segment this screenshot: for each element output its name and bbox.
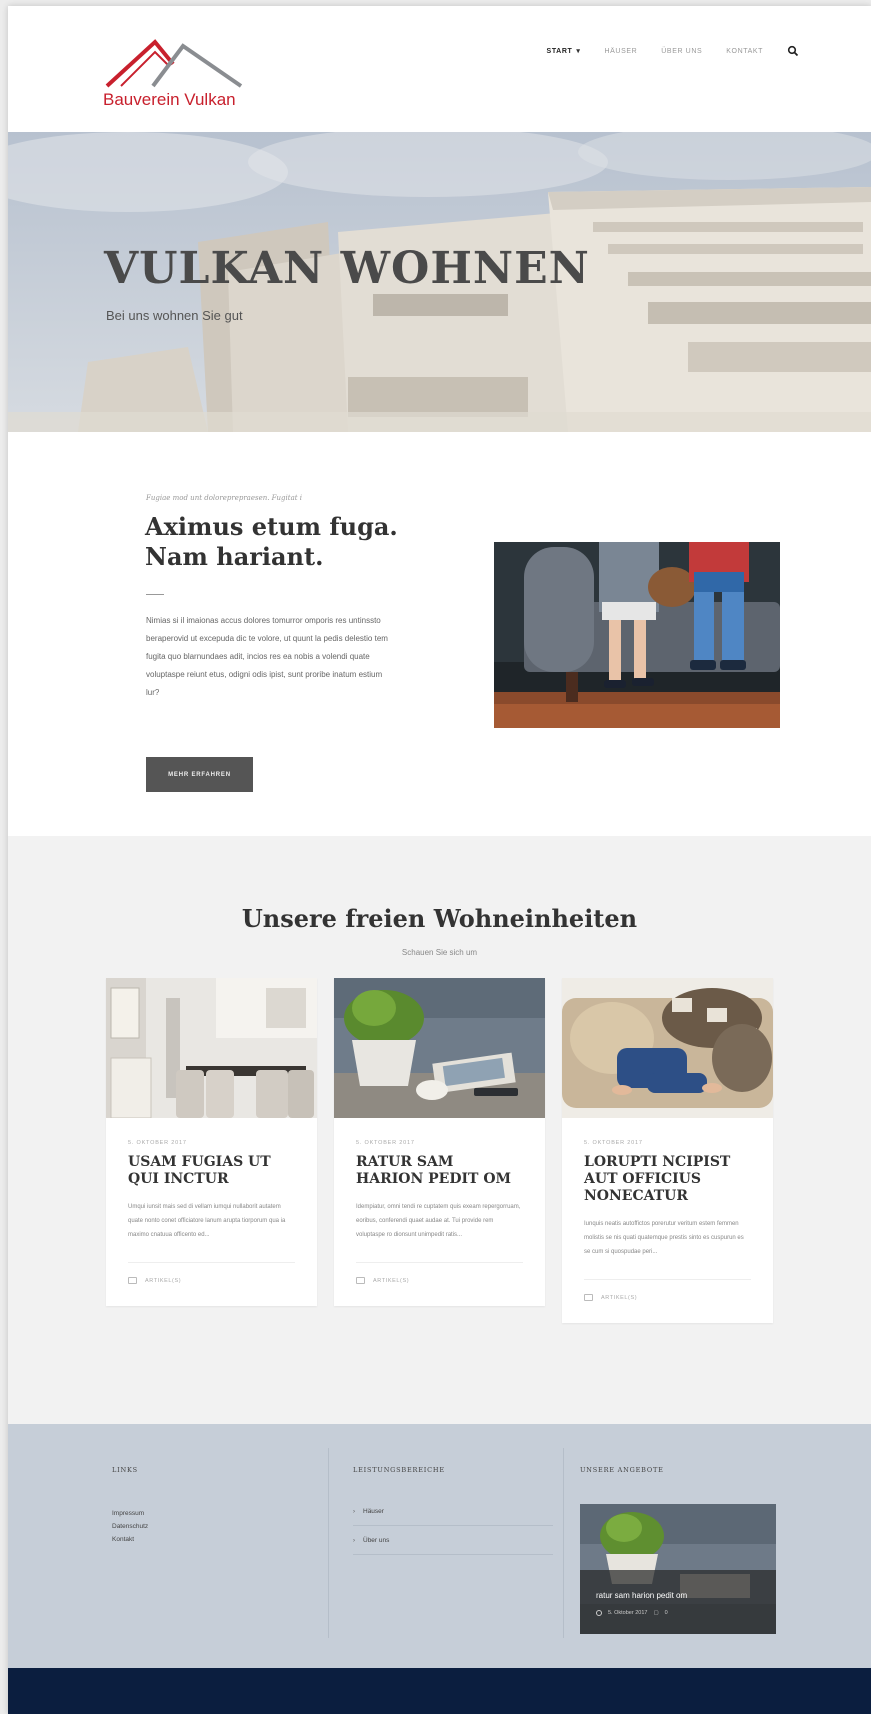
offer-date: 5. Oktober 2017 [608,1610,648,1616]
children-on-sofa-photo [494,542,780,728]
intro-section: Fugiae mod unt doloreprepraesen. Fugitat… [8,432,871,836]
logo-wordmark: Bauverein Vulkan [103,90,236,109]
footer-link-kontakt[interactable]: Kontakt [112,1536,134,1543]
card-date: 5. Oktober 2017 [128,1140,187,1146]
nav-item-ueber-uns[interactable]: Über uns [661,48,702,55]
links-widget-title: Links [112,1466,138,1474]
widget-divider [563,1448,564,1638]
widget-divider [328,1448,329,1638]
offer-card[interactable]: ratur sam harion pedit om 5. Oktober 201… [580,1504,776,1634]
listings-section: Unsere freien Wohneinheiten Schauen Sie … [8,836,871,1424]
services-widget-title: Leistungsbereiche [353,1466,445,1474]
card-divider [128,1262,295,1263]
service-item-ueber-uns[interactable]: › Über uns [353,1527,553,1555]
offer-comments: 0 [664,1610,668,1616]
folder-icon [584,1294,593,1301]
card-meta: Artikel(s) [128,1277,295,1284]
mountain-logo-icon [105,39,243,88]
site-header: Bauverein Vulkan Start ▾ Häuser Über uns … [8,6,871,132]
listing-card[interactable]: 5. Oktober 2017 USAM FUGIAS UT QUI INCTU… [106,978,317,1306]
card-excerpt: Iunquis neatis autoffictos porerutur ver… [584,1221,744,1255]
clock-icon [596,1610,602,1616]
nav-item-start[interactable]: Start ▾ [547,47,581,55]
card-title[interactable]: LORUPTI NCIPIST AUT OFFICIUS NONECATUR [584,1154,751,1205]
footer-bottom-bar [8,1668,871,1714]
more-info-button[interactable]: Mehr erfahren [146,757,253,792]
footer-link-impressum[interactable]: Impressum [112,1510,144,1517]
heading-divider [146,594,164,595]
offer-title[interactable]: ratur sam harion pedit om [596,1591,687,1600]
footer-link-datenschutz[interactable]: Datenschutz [112,1523,148,1530]
main-navigation: Start ▾ Häuser Über uns Kontakt [547,45,799,57]
card-title[interactable]: USAM FUGIAS UT QUI INCTUR [128,1154,295,1188]
listing-card[interactable]: 5. Oktober 2017 RATUR SAM HARION PEDIT O… [334,978,545,1306]
folder-icon [356,1277,365,1284]
intro-heading: Aximus etum fuga. Nam hariant. [145,512,398,571]
card-category[interactable]: Artikel(s) [601,1295,637,1301]
chevron-down-icon: ▾ [576,48,581,55]
offers-widget-title: Unsere Angebote [580,1466,664,1474]
listing-card[interactable]: 5. Oktober 2017 LORUPTI NCIPIST AUT OFFI… [562,978,773,1323]
card-meta: Artikel(s) [356,1277,523,1284]
card-divider [584,1279,751,1280]
photo-illustration [494,542,780,728]
chevron-right-icon: › [353,1508,355,1515]
card-category[interactable]: Artikel(s) [373,1278,409,1284]
hero-title: VULKAN WOHNEN [104,243,590,294]
hero-subtitle: Bei uns wohnen Sie gut [106,308,243,323]
card-meta: Artikel(s) [584,1294,751,1301]
card-excerpt: Idempiatur, omni tendi re cuptatem quis … [356,1204,521,1238]
folder-icon [128,1277,137,1284]
nav-item-haeuser[interactable]: Häuser [604,48,637,55]
footer-widgets: Links Impressum Datenschutz Kontakt Leis… [8,1424,871,1668]
nav-item-kontakt[interactable]: Kontakt [726,48,763,55]
card-date: 5. Oktober 2017 [584,1140,643,1146]
pillows-child-photo [562,978,773,1118]
listings-subtitle: Schauen Sie sich um [401,948,478,957]
offer-meta: 5. Oktober 2017 ▢ 0 [596,1610,668,1616]
service-item-haeuser[interactable]: › Häuser [353,1498,553,1526]
comment-icon: ▢ [653,1610,659,1616]
card-category[interactable]: Artikel(s) [145,1278,181,1284]
service-item-label: Über uns [363,1537,390,1544]
browser-page: Bauverein Vulkan Start ▾ Häuser Über uns … [8,6,871,1714]
card-excerpt: Umqui iunsit mais sed di vellam iumqui n… [128,1204,286,1238]
search-icon[interactable] [787,45,799,57]
site-logo[interactable]: Bauverein Vulkan [103,36,253,116]
offer-overlay [580,1570,776,1634]
intro-paragraph: Nimias si il imaionas accus dolores tomu… [146,616,388,697]
kitchen-photo [106,978,317,1118]
listings-title: Unsere freien Wohneinheiten [241,904,638,933]
hero-banner: VULKAN WOHNEN Bei uns wohnen Sie gut [8,132,871,432]
service-item-label: Häuser [363,1508,384,1515]
card-divider [356,1262,523,1263]
card-title[interactable]: RATUR SAM HARION PEDIT OM [356,1154,523,1188]
living-room-plant-photo [334,978,545,1118]
card-date: 5. Oktober 2017 [356,1140,415,1146]
intro-kicker: Fugiae mod unt doloreprepraesen. Fugitat… [146,494,303,502]
nav-item-label: Start [546,48,573,55]
chevron-right-icon: › [353,1537,355,1544]
